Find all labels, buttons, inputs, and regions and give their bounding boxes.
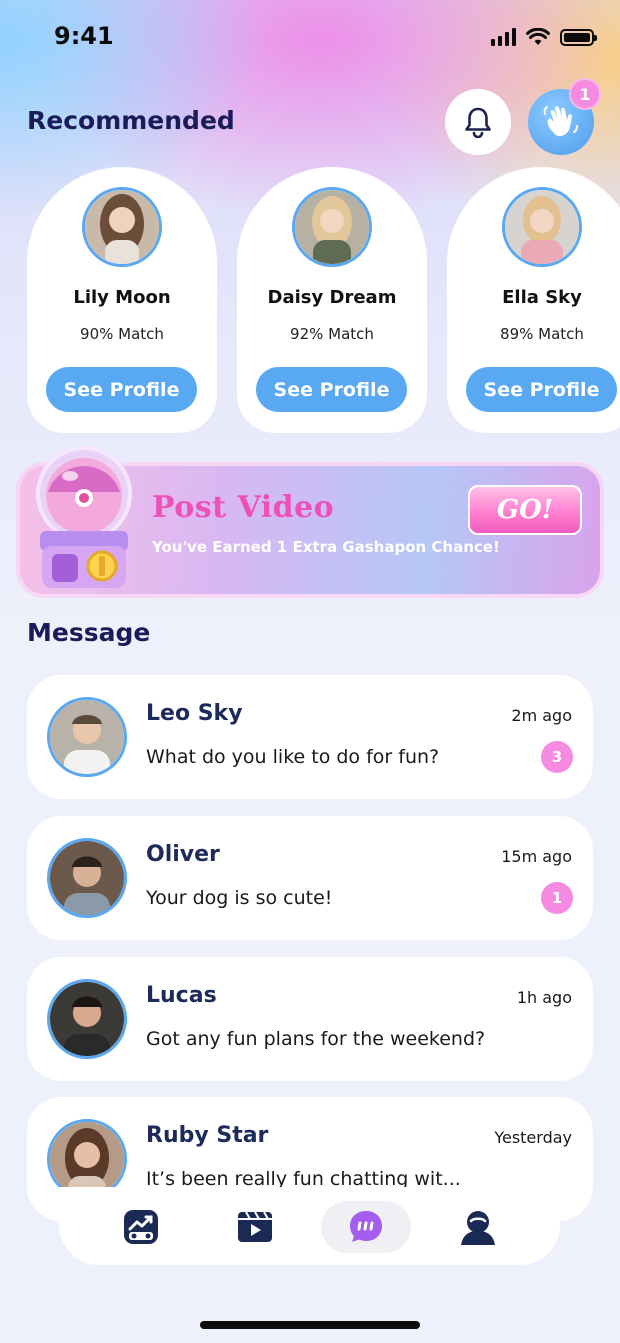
contact-name: Ruby Star bbox=[146, 1123, 269, 1148]
battery-icon bbox=[560, 28, 597, 46]
message-row[interactable]: Lucas 1h ago Got any fun plans for the w… bbox=[27, 957, 593, 1081]
contact-name: Lucas bbox=[146, 983, 217, 1008]
match-percentage: 90% Match bbox=[80, 325, 164, 343]
contact-name: Oliver bbox=[146, 842, 220, 867]
avatar bbox=[47, 697, 127, 777]
message-time: 2m ago bbox=[511, 706, 572, 725]
video-icon bbox=[238, 1211, 272, 1242]
message-time: 1h ago bbox=[516, 988, 572, 1007]
contact-name: Leo Sky bbox=[146, 701, 243, 726]
recommended-carousel[interactable]: Lily Moon 90% Match See Profile Daisy Dr… bbox=[27, 167, 620, 433]
see-profile-button[interactable]: See Profile bbox=[46, 367, 197, 412]
unread-badge: 3 bbox=[541, 741, 573, 773]
tab-profile[interactable] bbox=[433, 1201, 523, 1253]
profile-card[interactable]: Lily Moon 90% Match See Profile bbox=[27, 167, 217, 433]
message-time: 15m ago bbox=[501, 847, 572, 866]
profile-name: Lily Moon bbox=[73, 287, 171, 308]
notification-button[interactable] bbox=[445, 89, 511, 155]
tab-video[interactable] bbox=[210, 1201, 300, 1253]
tab-match[interactable] bbox=[96, 1201, 186, 1253]
profile-card[interactable]: Ella Sky 89% Match See Profile bbox=[447, 167, 620, 433]
match-percentage: 89% Match bbox=[500, 325, 584, 343]
message-preview: Got any fun plans for the weekend? bbox=[146, 1028, 486, 1050]
profile-name: Ella Sky bbox=[502, 287, 582, 308]
message-preview: What do you like to do for fun? bbox=[146, 746, 440, 768]
status-time: 9:41 bbox=[54, 22, 114, 50]
signal-icon bbox=[491, 28, 516, 46]
see-profile-button[interactable]: See Profile bbox=[256, 367, 407, 412]
status-bar: 9:41 bbox=[0, 0, 620, 76]
message-preview: Your dog is so cute! bbox=[146, 887, 333, 909]
gashapon-machine-icon bbox=[36, 446, 132, 588]
banner-title: Post Video bbox=[152, 490, 335, 525]
match-percentage: 92% Match bbox=[290, 325, 374, 343]
banner-subtitle: You've Earned 1 Extra Gashapon Chance! bbox=[152, 538, 500, 556]
avatar bbox=[47, 979, 127, 1059]
recommended-title: Recommended bbox=[27, 106, 235, 135]
message-row[interactable]: Oliver 15m ago Your dog is so cute! 1 bbox=[27, 816, 593, 940]
home-indicator[interactable] bbox=[200, 1321, 420, 1329]
status-icons bbox=[491, 28, 597, 46]
bell-icon bbox=[465, 107, 491, 138]
avatar bbox=[502, 187, 582, 267]
profile-card[interactable]: Daisy Dream 92% Match See Profile bbox=[237, 167, 427, 433]
profile-icon bbox=[461, 1211, 495, 1245]
match-icon bbox=[124, 1210, 158, 1244]
see-profile-button[interactable]: See Profile bbox=[466, 367, 617, 412]
wave-badge: 1 bbox=[569, 78, 601, 110]
wifi-icon bbox=[526, 28, 550, 45]
message-section-title: Message bbox=[27, 618, 151, 647]
waving-hand-icon bbox=[543, 106, 578, 137]
avatar bbox=[292, 187, 372, 267]
tab-messages[interactable] bbox=[321, 1201, 411, 1253]
bottom-tab-bar bbox=[59, 1187, 560, 1265]
chat-icon bbox=[350, 1211, 382, 1242]
message-time: Yesterday bbox=[494, 1128, 572, 1147]
avatar bbox=[47, 838, 127, 918]
profile-name: Daisy Dream bbox=[267, 287, 397, 308]
avatar bbox=[82, 187, 162, 267]
go-button[interactable]: GO! bbox=[468, 485, 582, 535]
message-row[interactable]: Leo Sky 2m ago What do you like to do fo… bbox=[27, 675, 593, 799]
unread-badge: 1 bbox=[541, 882, 573, 914]
